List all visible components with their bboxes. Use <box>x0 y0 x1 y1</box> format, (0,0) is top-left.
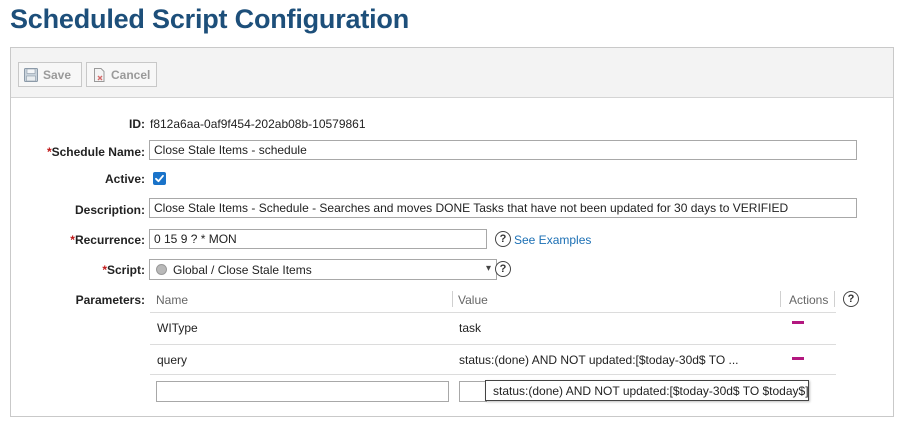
help-icon[interactable]: ? <box>495 261 511 277</box>
script-label: *Script: <box>102 263 145 277</box>
parameter-value: status:(done) AND NOT updated:[$today-30… <box>459 353 739 367</box>
parameters-actions-header: Actions <box>789 293 829 307</box>
active-label: Active: <box>104 172 145 186</box>
schedule-name-field[interactable]: Close Stale Items - schedule <box>149 140 857 160</box>
script-select[interactable]: Global / Close Stale Items ▾ <box>149 259 497 280</box>
cancel-button-label: Cancel <box>111 67 151 82</box>
id-label: ID: <box>129 117 145 131</box>
script-select-value: Global / Close Stale Items <box>173 263 312 277</box>
value-tooltip: status:(done) AND NOT updated:[$today-30… <box>485 380 809 401</box>
script-label-text: Script: <box>106 263 145 277</box>
help-icon[interactable]: ? <box>843 291 859 307</box>
column-divider <box>834 291 835 307</box>
column-divider <box>452 291 453 307</box>
remove-icon[interactable] <box>792 321 804 324</box>
floppy-disk-icon <box>24 67 38 82</box>
parameter-value: task <box>459 321 482 335</box>
description-field[interactable]: Close Stale Items - Schedule - Searches … <box>149 198 857 218</box>
remove-icon[interactable] <box>792 357 804 360</box>
description-label: Description: <box>74 203 145 217</box>
save-button[interactable]: Save <box>18 62 82 87</box>
recurrence-label-text: Recurrence: <box>74 233 145 247</box>
parameters-name-header: Name <box>156 293 189 307</box>
parameters-label: Parameters: <box>75 293 145 307</box>
see-examples-link[interactable]: See Examples <box>514 233 591 247</box>
id-value: f812a6aa-0af9f454-202ab08b-10579861 <box>150 117 366 131</box>
cancel-button[interactable]: Cancel <box>86 62 157 87</box>
checkmark-icon <box>155 174 164 183</box>
table-divider <box>150 374 836 375</box>
globe-icon <box>156 264 167 275</box>
schedule-name-label-text: Schedule Name: <box>51 145 145 159</box>
column-divider <box>780 291 781 307</box>
parameter-name: query <box>157 353 188 367</box>
parameter-name: WIType <box>157 321 198 335</box>
help-icon[interactable]: ? <box>495 231 511 247</box>
save-button-label: Save <box>43 67 72 82</box>
toolbar: Save Cancel <box>11 48 893 98</box>
page-title: Scheduled Script Configuration <box>10 4 410 34</box>
schedule-name-label: *Schedule Name: <box>47 145 145 159</box>
recurrence-label: *Recurrence: <box>70 233 145 247</box>
new-parameter-value-input[interactable] <box>459 381 487 402</box>
new-parameter-name-input[interactable] <box>156 381 449 402</box>
recurrence-field[interactable]: 0 15 9 ? * MON <box>149 229 487 249</box>
table-divider <box>150 344 836 345</box>
table-divider <box>150 312 836 313</box>
active-checkbox[interactable] <box>153 172 166 185</box>
parameters-value-header: Value <box>458 293 488 307</box>
chevron-down-icon: ▾ <box>485 263 491 274</box>
document-x-icon <box>92 67 106 82</box>
